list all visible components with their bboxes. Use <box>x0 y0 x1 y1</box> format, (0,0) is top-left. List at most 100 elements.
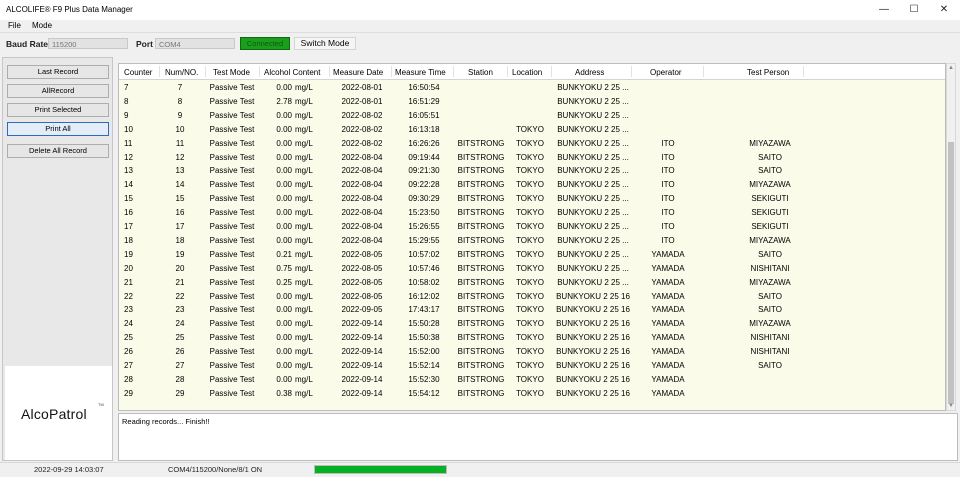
column-header-test-person[interactable]: Test Person <box>747 68 789 77</box>
cell-alcohol-unit: mg/L <box>295 374 313 384</box>
table-row[interactable]: 13 13 Passive Test 0.00 mg/L 2022-08-04 09:21:… <box>119 164 945 178</box>
maximize-button[interactable]: ☐ <box>898 0 930 20</box>
delete-all-record-button[interactable]: Delete All Record <box>7 144 109 158</box>
cell-alcohol-value: 0.00 <box>276 166 292 176</box>
cell-test-mode: Passive Test <box>209 347 255 357</box>
column-header-num[interactable]: Num/NO. <box>165 68 198 77</box>
cell-test-mode: Passive Test <box>209 291 255 301</box>
cell-measure-time: 15:26:55 <box>408 222 440 231</box>
table-row[interactable]: 9 9 Passive Test 0.00 mg/L 2022-08-02 16:05:51… <box>119 109 945 123</box>
table-row[interactable]: 16 16 Passive Test 0.00 mg/L 2022-08-04 15:23:… <box>119 206 945 220</box>
column-header-station[interactable]: Station <box>468 68 493 77</box>
cell-address: BUNKYOKU 2 25 16 <box>556 347 630 357</box>
table-row[interactable]: 28 28 Passive Test 0.00 mg/L 2022-09-14 15:52:… <box>119 373 945 387</box>
table-row[interactable]: 11 11 Passive Test 0.00 mg/L 2022-08-02 16:26:… <box>119 137 945 151</box>
cell-test-person: SAITO <box>758 361 782 370</box>
logo-trademark: TM <box>98 402 104 407</box>
cell-alcohol-unit: mg/L <box>295 291 313 301</box>
status-bar: 2022-09-29 14:03:07 COM4/115200/None/8/1… <box>0 462 960 477</box>
column-header-location[interactable]: Location <box>512 68 542 77</box>
logo-text: AlcoPatrol <box>21 406 87 422</box>
table-row[interactable]: 29 29 Passive Test 0.38 mg/L 2022-09-14 15:54:… <box>119 387 945 401</box>
table-row[interactable]: 17 17 Passive Test 0.00 mg/L 2022-08-04 15:26:… <box>119 220 945 234</box>
cell-alcohol-unit: mg/L <box>295 96 313 106</box>
table-row[interactable]: 14 14 Passive Test 0.00 mg/L 2022-08-04 09:22:… <box>119 178 945 192</box>
table-row[interactable]: 20 20 Passive Test 0.75 mg/L 2022-08-05 10:57:… <box>119 262 945 276</box>
table-row[interactable]: 21 21 Passive Test 0.25 mg/L 2022-08-05 10:58:… <box>119 276 945 290</box>
cell-operator: YAMADA <box>651 374 685 384</box>
minimize-button[interactable]: — <box>868 0 900 20</box>
cell-measure-date: 2022-08-02 <box>341 124 383 134</box>
column-header-counter[interactable]: Counter <box>124 68 152 77</box>
cell-alcohol-value: 0.00 <box>276 83 292 92</box>
column-header-test-mode[interactable]: Test Mode <box>213 68 250 77</box>
cell-measure-time: 09:22:28 <box>408 180 440 190</box>
column-header-measure-date[interactable]: Measure Date <box>333 68 383 77</box>
records-table[interactable]: Counter Num/NO. Test Mode Alcohol Conten… <box>118 63 946 411</box>
print-all-button[interactable]: Print All <box>7 122 109 136</box>
baud-rate-field[interactable]: 115200 <box>48 38 128 49</box>
cell-measure-time: 16:50:54 <box>408 83 440 92</box>
menu-file[interactable]: File <box>8 21 21 30</box>
table-row[interactable]: 8 8 Passive Test 2.78 mg/L 2022-08-01 16:51:29… <box>119 95 945 109</box>
title-bar: ALCOLIFE® F9 Plus Data Manager — ☐ ✕ <box>0 0 960 20</box>
table-row[interactable]: 10 10 Passive Test 0.00 mg/L 2022-08-02 16:13:… <box>119 123 945 137</box>
print-selected-button[interactable]: Print Selected <box>7 103 109 117</box>
switch-mode-button[interactable]: Switch Mode <box>294 37 356 50</box>
cell-station: BITSTRONG <box>457 235 505 245</box>
cell-location: TOKYO <box>516 208 544 218</box>
cell-operator: YAMADA <box>651 277 685 287</box>
table-scrollbar[interactable]: ▲ ▼ <box>946 63 956 411</box>
table-row[interactable]: 25 25 Passive Test 0.00 mg/L 2022-09-14 15:50:… <box>119 331 945 345</box>
cell-alcohol-value: 0.00 <box>276 305 292 315</box>
cell-test-mode: Passive Test <box>209 388 255 398</box>
table-row[interactable]: 23 23 Passive Test 0.00 mg/L 2022-09-05 17:43:… <box>119 303 945 317</box>
cell-station: BITSTRONG <box>457 166 505 176</box>
cell-address: BUNKYOKU 2 25 ... <box>557 235 629 245</box>
table-row[interactable]: 12 12 Passive Test 0.00 mg/L 2022-08-04 09:19:… <box>119 151 945 165</box>
cell-alcohol-value: 0.00 <box>276 291 292 301</box>
cell-num: 19 <box>175 249 185 259</box>
table-row[interactable]: 18 18 Passive Test 0.00 mg/L 2022-08-04 15:29:… <box>119 234 945 248</box>
table-row[interactable]: 24 24 Passive Test 0.00 mg/L 2022-09-14 15:50:… <box>119 317 945 331</box>
scroll-up-icon[interactable]: ▲ <box>948 65 954 71</box>
close-button[interactable]: ✕ <box>928 0 960 20</box>
cell-operator: YAMADA <box>651 263 685 273</box>
cell-address: BUNKYOKU 2 25 16 <box>556 333 630 343</box>
last-record-button[interactable]: Last Record <box>7 65 109 79</box>
cell-location: TOKYO <box>516 291 544 301</box>
column-header-address[interactable]: Address <box>575 68 604 77</box>
cell-station: BITSTRONG <box>457 208 505 218</box>
port-field[interactable]: COM4 <box>155 38 235 49</box>
table-row[interactable]: 27 27 Passive Test 0.00 mg/L 2022-09-14 15:52:… <box>119 359 945 373</box>
table-row[interactable]: 19 19 Passive Test 0.21 mg/L 2022-08-05 10:57:… <box>119 248 945 262</box>
cell-alcohol-value: 0.00 <box>276 208 292 218</box>
scroll-thumb[interactable] <box>948 142 954 404</box>
column-header-measure-time[interactable]: Measure Time <box>395 68 446 77</box>
table-row[interactable]: 7 7 Passive Test 0.00 mg/L 2022-08-01 16:50:54… <box>119 81 945 95</box>
table-row[interactable]: 26 26 Passive Test 0.00 mg/L 2022-09-14 15:52:… <box>119 345 945 359</box>
cell-alcohol-value: 2.78 <box>276 96 292 106</box>
table-row[interactable]: 22 22 Passive Test 0.00 mg/L 2022-08-05 16:12:… <box>119 290 945 304</box>
column-header-alcohol-content[interactable]: Alcohol Content <box>264 68 320 77</box>
cell-station: BITSTRONG <box>457 347 505 357</box>
cell-test-mode: Passive Test <box>209 194 255 204</box>
column-divider <box>507 66 508 77</box>
cell-test-mode: Passive Test <box>209 235 255 245</box>
log-output[interactable]: Reading records... Finish!! <box>118 413 958 461</box>
scroll-down-icon[interactable]: ▼ <box>948 403 954 409</box>
cell-measure-date: 2022-08-04 <box>341 235 383 245</box>
cell-location: TOKYO <box>516 166 544 176</box>
cell-operator: ITO <box>661 180 675 190</box>
column-divider <box>453 66 454 77</box>
cell-location: TOKYO <box>516 374 544 384</box>
menu-mode[interactable]: Mode <box>32 21 52 30</box>
column-header-operator[interactable]: Operator <box>650 68 682 77</box>
all-record-button[interactable]: AllRecord <box>7 84 109 98</box>
cell-measure-date: 2022-08-05 <box>341 291 383 301</box>
cell-measure-time: 15:52:14 <box>408 361 440 370</box>
cell-operator: YAMADA <box>651 291 685 301</box>
cell-counter: 10 <box>124 124 133 134</box>
table-row[interactable]: 15 15 Passive Test 0.00 mg/L 2022-08-04 09:30:… <box>119 192 945 206</box>
cell-alcohol-value: 0.25 <box>276 277 292 287</box>
